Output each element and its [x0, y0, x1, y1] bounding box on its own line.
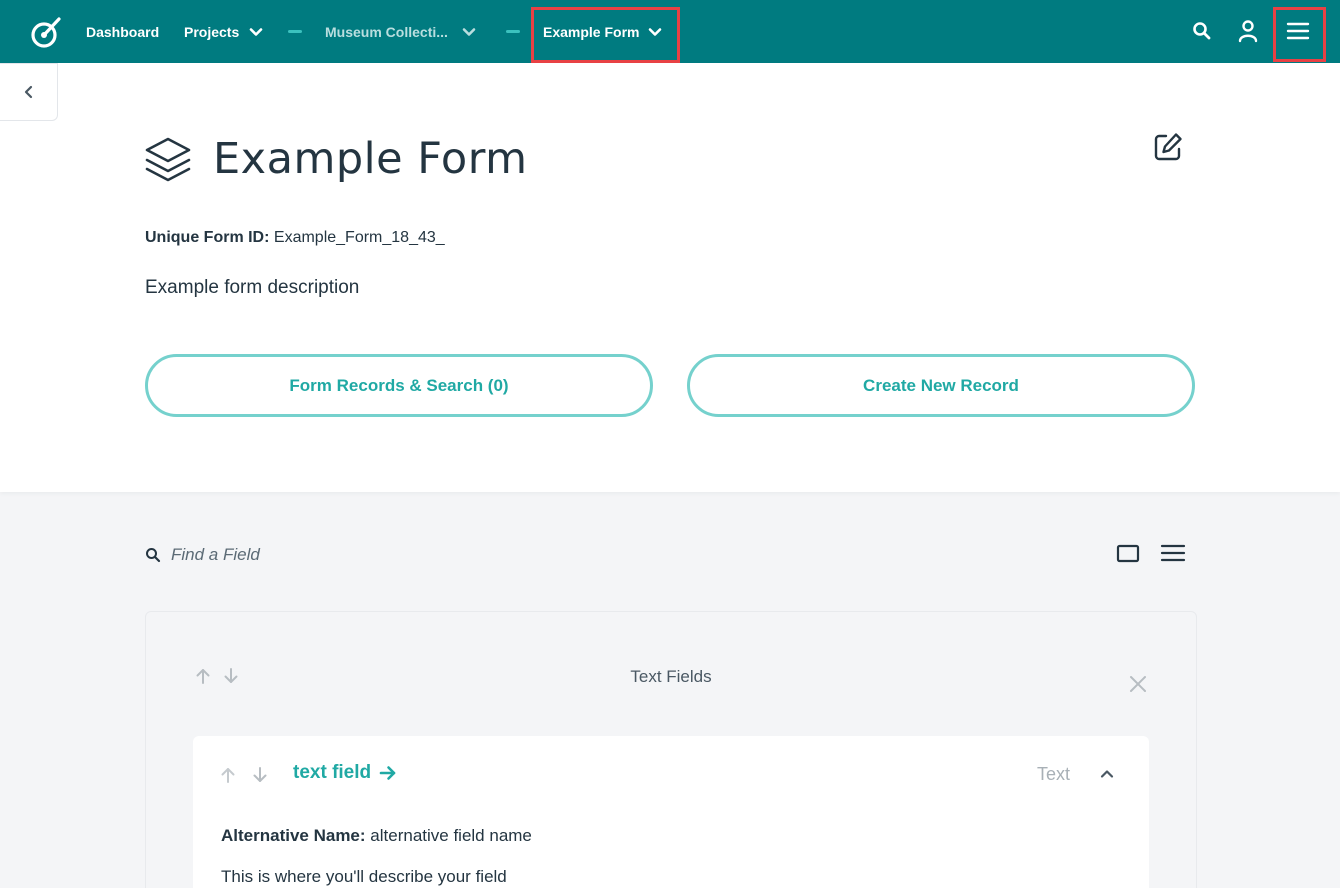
- arrow-up-icon[interactable]: [219, 766, 237, 784]
- nav-dashboard[interactable]: Dashboard: [86, 0, 159, 63]
- field-card: [193, 736, 1149, 888]
- field-type-label: Text: [1037, 764, 1071, 784]
- nav-project-label: Museum Collecti...: [325, 23, 448, 40]
- form-description: Example form description: [145, 277, 360, 298]
- field-description: This is where you'll describe your field: [221, 867, 507, 886]
- field-name-link[interactable]: text field: [293, 762, 397, 784]
- nav-dashboard-label: Dashboard: [86, 23, 160, 40]
- layers-icon: [145, 137, 191, 182]
- unique-id-label: Unique Form ID:: [145, 229, 270, 246]
- chevron-down-icon: [462, 27, 476, 36]
- chevron-left-icon: [24, 85, 32, 99]
- field-reorder-controls: [219, 766, 269, 784]
- form-records-button[interactable]: Form Records & Search (0): [145, 354, 653, 417]
- search-button[interactable]: [1189, 17, 1215, 45]
- top-nav-bar: Dashboard Projects Museum Collecti... Ex…: [0, 0, 1340, 63]
- back-button[interactable]: [0, 63, 58, 121]
- edit-icon[interactable]: [1152, 131, 1184, 163]
- unique-id-value: Example_Form_18_43_: [273, 229, 445, 246]
- field-name-label: text field: [293, 762, 372, 783]
- highlight-box: [1273, 7, 1326, 62]
- field-search[interactable]: Find a Field: [145, 540, 260, 570]
- alt-name-label: Alternative Name:: [221, 826, 366, 845]
- list-view-icon[interactable]: [1160, 541, 1186, 567]
- arrow-down-icon[interactable]: [251, 766, 269, 784]
- close-icon[interactable]: [1128, 674, 1148, 694]
- chevron-up-icon[interactable]: [1099, 766, 1115, 782]
- logo-icon[interactable]: [28, 14, 64, 50]
- field-search-placeholder: Find a Field: [171, 545, 260, 564]
- breadcrumb-separator: [506, 30, 520, 33]
- page-title: Example Form: [213, 134, 528, 184]
- alt-name-value: alternative field name: [370, 826, 532, 845]
- chevron-down-icon: [249, 27, 263, 36]
- unique-form-id: Unique Form ID: Example_Form_18_43_: [145, 229, 445, 247]
- user-button[interactable]: [1235, 17, 1261, 45]
- highlight-box: [531, 7, 680, 63]
- create-record-button[interactable]: Create New Record: [687, 354, 1195, 417]
- field-alternative-name: Alternative Name: alternative field name: [221, 826, 532, 846]
- page-section-title: Text Fields: [630, 667, 712, 686]
- search-icon: [146, 548, 161, 563]
- search-icon: [1193, 22, 1211, 40]
- nav-projects[interactable]: Projects: [184, 0, 263, 63]
- user-icon: [1238, 20, 1258, 43]
- card-view-icon[interactable]: [1115, 541, 1141, 567]
- breadcrumb-separator: [288, 30, 302, 33]
- nav-projects-label: Projects: [184, 23, 240, 40]
- nav-project[interactable]: Museum Collecti...: [325, 0, 476, 63]
- arrow-right-icon: [379, 766, 396, 780]
